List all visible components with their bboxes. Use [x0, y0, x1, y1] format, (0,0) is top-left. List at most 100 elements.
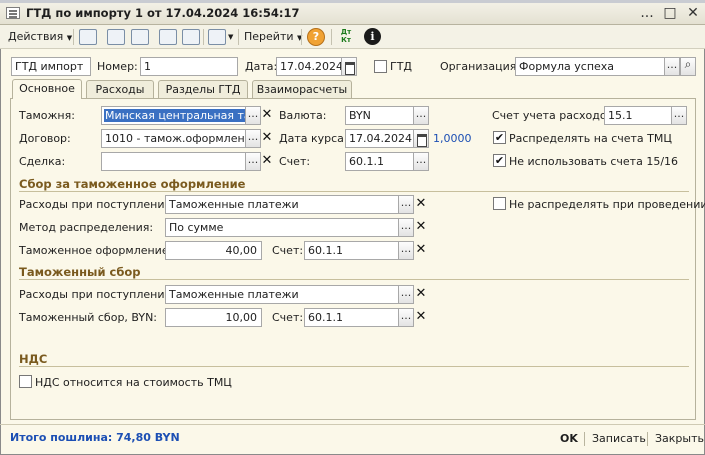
organization-label: Организация:	[440, 60, 521, 73]
footer-separator	[647, 432, 648, 446]
expense-account-label: Счет учета расходов:	[492, 109, 617, 122]
gtd-label: ГТД	[390, 60, 413, 73]
dropdown-arrow-icon[interactable]: ▼	[228, 33, 233, 41]
organization-select-button[interactable]: ...	[664, 57, 680, 76]
date-field[interactable]: 17.04.2024	[276, 57, 342, 76]
no-use-1516-label: Не использовать счета 15/16	[509, 155, 679, 168]
exchange-rate-link[interactable]: 1,0000	[433, 132, 472, 145]
account-select-button[interactable]: ...	[413, 152, 429, 171]
total-duty-text: Итого пошлина: 74,80 BYN	[10, 431, 180, 444]
tab-settlements[interactable]: Взаиморасчеты	[252, 80, 352, 98]
distribution-method-field[interactable]: По сумме	[165, 218, 399, 237]
no-use-1516-checkbox[interactable]: ✔	[493, 154, 506, 167]
customs-fee-expenses-select-button[interactable]: ...	[398, 285, 414, 304]
contract-field[interactable]: 1010 - тамож.оформление	[101, 129, 246, 148]
clearance-account-label: Счет:	[272, 244, 304, 257]
toolbar-separator	[301, 29, 302, 45]
close-window-button[interactable]: ✕	[684, 6, 702, 22]
vat-include-label: НДС относится на стоимость ТМЦ	[35, 376, 232, 389]
deal-select-button[interactable]: ...	[245, 152, 261, 171]
goto-menu[interactable]: Перейти ▼	[244, 30, 302, 43]
menu-dots-button[interactable]: ...	[638, 6, 656, 22]
customs-label: Таможня:	[19, 109, 75, 122]
customs-fee-account-clear-icon[interactable]: ✕	[414, 308, 428, 327]
customs-fee-expenses-label: Расходы при поступлении:	[19, 288, 176, 301]
toolbar-separator	[331, 29, 332, 45]
actions-label: Действия	[8, 30, 64, 43]
clearance-account-select-button[interactable]: ...	[398, 241, 414, 260]
tab-main[interactable]: Основное	[12, 79, 82, 99]
based-on-icon[interactable]	[208, 29, 226, 45]
clearance-expenses-field[interactable]: Таможенные платежи	[165, 195, 399, 214]
footer-divider	[0, 424, 705, 425]
distribution-method-select-button[interactable]: ...	[398, 218, 414, 237]
customs-fee-account-field[interactable]: 60.1.1	[304, 308, 399, 327]
deal-clear-icon[interactable]: ✕	[260, 152, 274, 171]
deal-field[interactable]	[101, 152, 246, 171]
customs-fee-section-title: Таможенный сбор	[19, 265, 141, 279]
clearance-expenses-select-button[interactable]: ...	[398, 195, 414, 214]
customs-fee-amount-label: Таможенный сбор, BYN:	[19, 311, 158, 324]
maximize-button[interactable]: □	[661, 6, 679, 22]
no-distribute-checkbox[interactable]	[493, 197, 506, 210]
clearance-amount-label: Таможенное оформление,...	[19, 244, 183, 257]
rate-date-label: Дата курса:	[279, 132, 348, 145]
checkmark-icon: ✔	[494, 131, 505, 144]
clearance-expenses-clear-icon[interactable]: ✕	[414, 195, 428, 214]
account-field[interactable]: 60.1.1	[345, 152, 414, 171]
distribution-method-clear-icon[interactable]: ✕	[414, 218, 428, 237]
currency-label: Валюта:	[279, 109, 327, 122]
toolbar-separator	[238, 29, 239, 45]
help-icon[interactable]: ?	[307, 28, 325, 46]
fill-document-icon[interactable]	[159, 29, 177, 45]
customs-fee-amount-field[interactable]: 10,00	[165, 308, 262, 327]
tab-expenses[interactable]: Расходы	[86, 80, 154, 98]
account-label: Счет:	[279, 155, 311, 168]
post-document-icon[interactable]	[79, 29, 97, 45]
info-icon[interactable]: i	[364, 28, 381, 45]
customs-select-button[interactable]: ...	[245, 106, 261, 125]
rate-date-field[interactable]: 17.04.2024	[345, 129, 414, 148]
vat-include-checkbox[interactable]	[19, 375, 32, 388]
organization-field[interactable]: Формула успеха	[515, 57, 665, 76]
clearance-account-field[interactable]: 60.1.1	[304, 241, 399, 260]
section-divider	[19, 366, 689, 367]
search-icon[interactable]: ⌕	[680, 57, 696, 76]
calendar-icon[interactable]	[341, 57, 357, 76]
contract-select-button[interactable]: ...	[245, 129, 261, 148]
distribute-tmc-checkbox[interactable]: ✔	[493, 131, 506, 144]
customs-fee-expenses-clear-icon[interactable]: ✕	[414, 285, 428, 304]
distribute-tmc-label: Распределять на счета ТМЦ	[509, 132, 672, 145]
gtd-checkbox[interactable]	[374, 60, 387, 73]
actions-menu[interactable]: Действия ▼	[8, 30, 72, 43]
contract-clear-icon[interactable]: ✕	[260, 129, 274, 148]
calendar-icon[interactable]	[413, 129, 429, 148]
toolbar-separator	[203, 29, 204, 45]
expense-account-select-button[interactable]: ...	[671, 106, 687, 125]
date-label: Дата:	[245, 60, 278, 73]
close-button[interactable]: Закрыть	[655, 432, 704, 445]
section-divider	[19, 279, 689, 280]
currency-select-button[interactable]: ...	[413, 106, 429, 125]
vat-section-title: НДС	[19, 352, 48, 366]
expense-account-field[interactable]: 15.1	[604, 106, 672, 125]
tab-gtd-sections[interactable]: Разделы ГТД	[158, 80, 248, 98]
clearance-account-clear-icon[interactable]: ✕	[414, 241, 428, 260]
clearance-amount-field[interactable]: 40,00	[165, 241, 262, 260]
copy-document-icon[interactable]	[131, 29, 149, 45]
customs-field[interactable]: Минская центральная тамо	[101, 106, 246, 125]
number-label: Номер:	[97, 60, 138, 73]
deal-label: Сделка:	[19, 155, 66, 168]
currency-field[interactable]: BYN	[345, 106, 414, 125]
dt-kt-icon[interactable]: Дт Кт	[336, 28, 356, 46]
customs-fee-account-label: Счет:	[272, 311, 304, 324]
customs-fee-account-select-button[interactable]: ...	[398, 308, 414, 327]
ok-button[interactable]: OK	[560, 432, 578, 445]
print-icon[interactable]	[182, 29, 200, 45]
refresh-icon[interactable]	[107, 29, 125, 45]
number-field[interactable]: 1	[140, 57, 238, 76]
save-button[interactable]: Записать	[592, 432, 646, 445]
customs-fee-expenses-field[interactable]: Таможенные платежи	[165, 285, 399, 304]
doc-type-field[interactable]: ГТД импорт	[11, 57, 91, 76]
customs-clear-icon[interactable]: ✕	[260, 106, 274, 125]
